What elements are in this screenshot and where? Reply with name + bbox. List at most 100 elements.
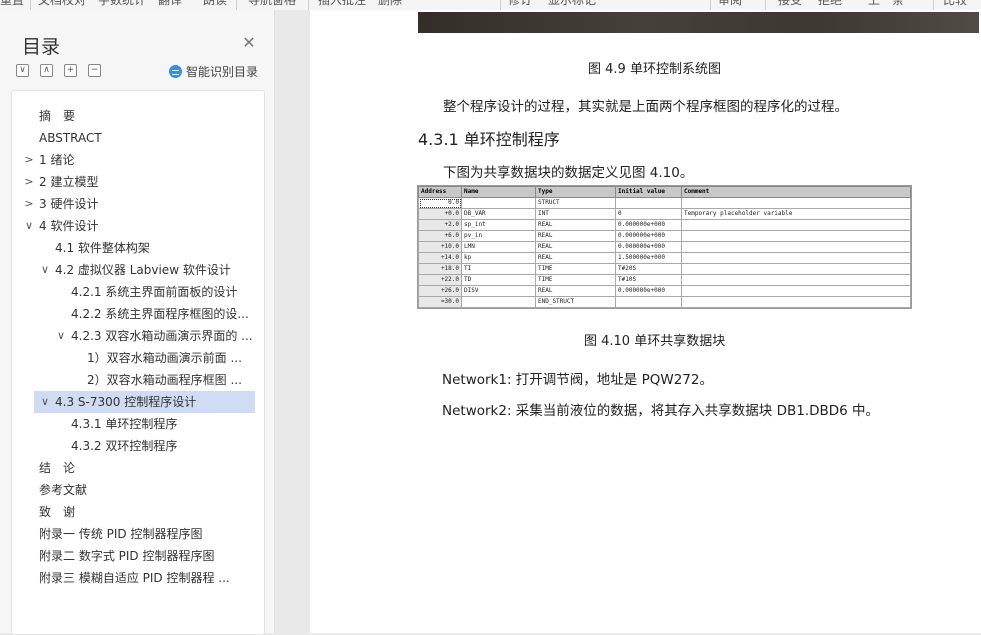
- toc-item[interactable]: 摘 要: [12, 105, 262, 127]
- toc-item[interactable]: 参考文献: [12, 479, 262, 501]
- toc-item-label: 4.3.1 单环控制程序: [71, 417, 178, 431]
- toc-item-label: 4.3.2 双环控制程序: [71, 439, 178, 453]
- toc-spacer: [55, 435, 67, 457]
- toolbar-item[interactable]: 比较: [943, 0, 967, 8]
- chevron-right-icon[interactable]: >: [23, 171, 35, 193]
- toolbar-item[interactable]: 删除: [378, 0, 402, 8]
- toolbar-separator: [30, 0, 31, 10]
- paragraph-network1: Network1: 打开调节阀，地址是 PQW272。: [442, 372, 713, 388]
- toc-spacer: [23, 457, 35, 479]
- table-cell: sp_int: [461, 219, 536, 231]
- toolbar-item[interactable]: 朗读: [203, 0, 227, 8]
- section-heading: 4.3.1 单环控制程序: [418, 130, 560, 149]
- toolbar-item[interactable]: 显示标记: [548, 0, 596, 8]
- table-row: +22.0 TD TIME T#10S: [418, 274, 911, 286]
- table-row: +26.0 DISV REAL 0.000000e+000: [418, 285, 911, 297]
- toolbar-item[interactable]: 审阅: [718, 0, 742, 8]
- toc-item-label: 4.3 S-7300 控制程序设计: [55, 395, 197, 409]
- toolbar-item[interactable]: 字数统计: [98, 0, 146, 8]
- toolbar-separator: [710, 0, 711, 10]
- chevron-right-icon[interactable]: >: [23, 193, 35, 215]
- toolbar-item[interactable]: 翻译: [158, 0, 182, 8]
- remove-heading-icon[interactable]: −: [88, 64, 101, 77]
- toc-item[interactable]: >2 建立模型: [12, 171, 262, 193]
- table-header-cell: Type: [535, 186, 616, 198]
- smart-toc-button[interactable]: 智能识别目录: [169, 63, 258, 79]
- table-cell: TIME: [535, 263, 616, 275]
- figure-4-10-caption: 图 4.10 单环共享数据块: [584, 334, 726, 349]
- toc-item[interactable]: 致 谢: [12, 501, 262, 523]
- toc-item-label: 4.2.3 双容水箱动画演示界面的 ...: [71, 329, 253, 343]
- table-row: +10.0 LMN REAL 0.000000e+000: [418, 241, 911, 253]
- table-cell: [681, 252, 911, 264]
- toc-item[interactable]: 2）双容水箱动画程序框图 ...: [12, 369, 262, 391]
- toc-item[interactable]: ∨ 4 软件设计: [12, 215, 262, 237]
- table-cell: INT: [535, 208, 616, 220]
- table-row: +0.0 DB_VAR INT 0 Temporary placeholder vari…: [418, 208, 911, 220]
- table-cell: LMN: [461, 241, 536, 253]
- toolbar-item[interactable]: 文档校对: [38, 0, 86, 8]
- toc-item[interactable]: ABSTRACT: [12, 127, 262, 149]
- toc-item-label: 4.1 软件整体构架: [55, 241, 150, 255]
- toc-item[interactable]: 结 论: [12, 457, 262, 479]
- table-cell: 0: [615, 208, 682, 220]
- table-cell: +26.0: [418, 285, 462, 297]
- table-cell: 1.500000e+000: [615, 252, 682, 264]
- add-heading-icon[interactable]: +: [64, 64, 77, 77]
- table-row: 0.0 STRUCT: [418, 197, 911, 209]
- table-cell: TI: [461, 263, 536, 275]
- chevron-down-icon[interactable]: ∨: [23, 215, 35, 237]
- table-cell: +14.0: [418, 252, 462, 264]
- chevron-right-icon[interactable]: >: [23, 149, 35, 171]
- toc-item[interactable]: 4.2.2 系统主界面程序框图的设...: [12, 303, 262, 325]
- toc-item[interactable]: 4.2.1 系统主界面前面板的设计: [12, 281, 262, 303]
- toc-item[interactable]: 4.3.1 单环控制程序: [12, 413, 262, 435]
- collapse-all-icon[interactable]: ∨: [16, 64, 29, 77]
- table-row: +6.0 pv_in REAL 0.000000e+000: [418, 230, 911, 242]
- table-cell: Temporary placeholder variable: [681, 208, 911, 220]
- table-cell: [461, 296, 536, 308]
- toc-item[interactable]: >1 绪论: [12, 149, 262, 171]
- toolbar-separator: [308, 0, 309, 10]
- table-cell: 0.0: [418, 197, 462, 209]
- toc-item[interactable]: ∨ 4.3 S-7300 控制程序设计: [34, 391, 255, 413]
- toc-spacer: [71, 369, 83, 391]
- table-cell: TD: [461, 274, 536, 286]
- table-cell: [681, 230, 911, 242]
- chevron-down-icon[interactable]: ∨: [39, 391, 51, 413]
- chevron-down-icon[interactable]: ∨: [55, 325, 67, 347]
- table-cell: [681, 274, 911, 286]
- toc-item[interactable]: 附录二 数字式 PID 控制器程序图: [12, 545, 262, 567]
- table-cell: END_STRUCT: [535, 296, 616, 308]
- table-cell: [615, 197, 682, 209]
- toolbar-item[interactable]: 接受: [778, 0, 802, 8]
- table-header-cell: Initial value: [615, 186, 682, 198]
- toc-item-label: 结 论: [39, 461, 76, 475]
- toc-item[interactable]: ∨ 4.2.3 双容水箱动画演示界面的 ...: [12, 325, 262, 347]
- toolbar-item[interactable]: 上一条: [868, 0, 904, 8]
- chevron-down-icon[interactable]: ∨: [39, 259, 51, 281]
- toolbar-item[interactable]: 修订: [508, 0, 532, 8]
- table-cell: +0.0: [418, 208, 462, 220]
- toc-item-label: 附录三 模糊自适应 PID 控制器程 ...: [39, 571, 230, 585]
- paragraph-network2: Network2: 采集当前液位的数据，将其存入共享数据块 DB1.DBD6 中…: [442, 403, 880, 419]
- toc-item[interactable]: >3 硬件设计: [12, 193, 262, 215]
- toc-item-label: 1 绪论: [39, 153, 75, 167]
- close-icon[interactable]: ✕: [241, 35, 257, 51]
- table-cell: REAL: [535, 219, 616, 231]
- shared-db-table-figure: Address Name Type Initial value Comment 0.0 S…: [417, 185, 912, 309]
- table-cell: [681, 296, 911, 308]
- expand-up-icon[interactable]: ∧: [40, 64, 53, 77]
- toolbar-item[interactable]: 重置: [0, 0, 24, 8]
- toc-item[interactable]: 4.1 软件整体构架: [12, 237, 262, 259]
- toc-item[interactable]: 附录三 模糊自适应 PID 控制器程 ...: [12, 567, 262, 589]
- table-row: =30.0 END_STRUCT: [418, 296, 911, 308]
- toolbar-item[interactable]: 拒绝: [818, 0, 842, 8]
- toc-item[interactable]: 4.3.2 双环控制程序: [12, 435, 262, 457]
- toc-item-label: 致 谢: [39, 505, 76, 519]
- toolbar-item[interactable]: 导航窗格: [248, 0, 296, 8]
- toc-item[interactable]: 1）双容水箱动画演示前面 ...: [12, 347, 262, 369]
- toc-item[interactable]: ∨ 4.2 虚拟仪器 Labview 软件设计: [12, 259, 262, 281]
- toolbar-item[interactable]: 插入批注: [318, 0, 366, 8]
- toc-item[interactable]: 附录一 传统 PID 控制器程序图: [12, 523, 262, 545]
